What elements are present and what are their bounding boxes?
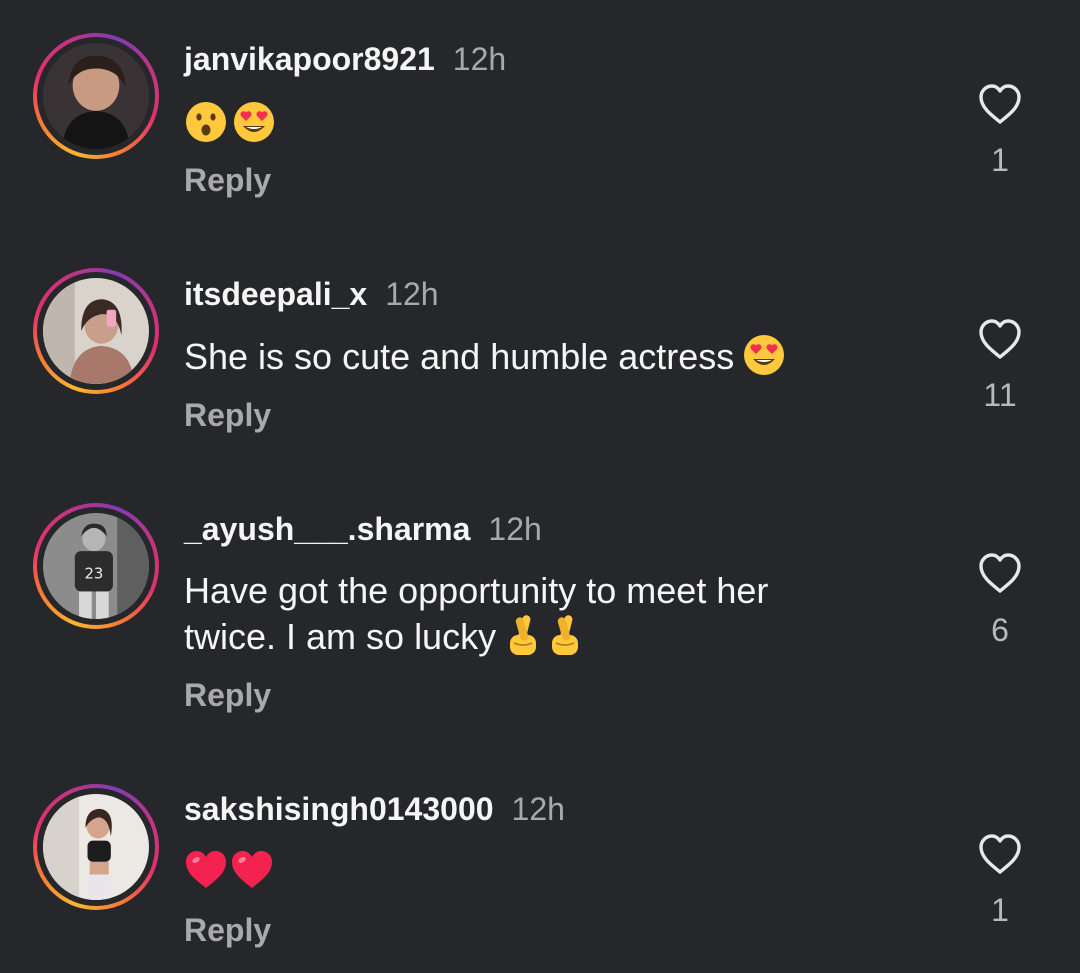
- heart-outline-icon: [976, 834, 1024, 880]
- avatar-photo: [43, 794, 149, 900]
- comment-item: sakshisingh0143000 12h Reply 1: [0, 0, 1080, 973]
- comment-time: 12h: [511, 791, 565, 827]
- comment-username[interactable]: sakshisingh0143000 12h: [184, 791, 565, 828]
- like-count: 1: [991, 892, 1009, 928]
- username-text[interactable]: sakshisingh0143000: [184, 791, 494, 827]
- avatar[interactable]: [33, 784, 159, 910]
- like-button[interactable]: [976, 832, 1024, 876]
- red-heart-emoji: [184, 848, 228, 892]
- reply-button[interactable]: Reply: [184, 912, 271, 949]
- red-heart-emoji: [230, 848, 274, 892]
- comment-emojis: [184, 848, 274, 892]
